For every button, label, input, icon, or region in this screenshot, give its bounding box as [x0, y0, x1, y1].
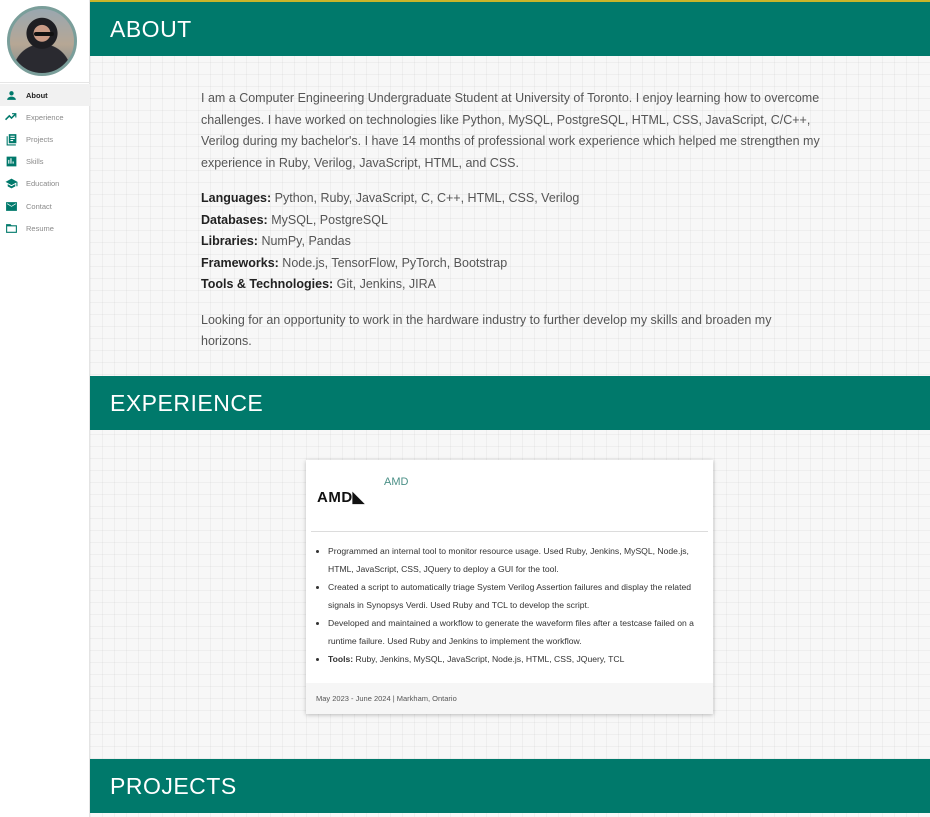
sidebar-item-label: Resume	[26, 223, 54, 233]
list-item: Created a script to automatically triage…	[328, 578, 700, 614]
sidebar-item-label: Contact	[26, 201, 52, 211]
sidebar: About Experience Projects Skills Educati…	[0, 0, 90, 817]
list-item-tools: Tools: Ruby, Jenkins, MySQL, JavaScript,…	[328, 650, 700, 668]
card-divider	[311, 531, 708, 532]
about-outro: Looking for an opportunity to work in th…	[201, 312, 772, 349]
library-books-icon	[4, 132, 18, 146]
avatar	[7, 6, 77, 76]
sidebar-item-experience[interactable]: Experience	[0, 106, 90, 128]
sidebar-item-label: Projects	[26, 134, 54, 144]
bar-chart-icon	[4, 155, 18, 169]
sidebar-item-label: Education	[26, 179, 60, 189]
list-item: Developed and maintained a workflow to g…	[328, 614, 700, 650]
card-footer: May 2023 - June 2024 | Markham, Ontario	[306, 683, 713, 714]
experience-section-title: EXPERIENCE	[90, 376, 930, 430]
sidebar-nav: About Experience Projects Skills Educati…	[0, 84, 90, 239]
sidebar-divider	[0, 82, 90, 83]
list-item: Programmed an internal tool to monitor r…	[328, 542, 700, 578]
sidebar-item-projects[interactable]: Projects	[0, 128, 90, 150]
company-name[interactable]: AMD	[384, 476, 408, 488]
sidebar-item-label: Experience	[26, 112, 64, 122]
sidebar-item-label: About	[26, 90, 48, 100]
amd-logo: AMD◣	[317, 489, 365, 506]
projects-section-title: PROJECTS	[90, 759, 930, 813]
skill-languages: Languages: Python, Ruby, JavaScript, C, …	[201, 191, 580, 205]
about-body: I am a Computer Engineering Undergraduat…	[201, 88, 821, 367]
skill-tools: Tools & Technologies: Git, Jenkins, JIRA	[201, 277, 437, 291]
trending-up-icon	[4, 110, 18, 124]
sidebar-item-about[interactable]: About	[0, 84, 90, 107]
skill-frameworks: Frameworks: Node.js, TensorFlow, PyTorch…	[201, 255, 508, 270]
sidebar-item-skills[interactable]: Skills	[0, 151, 90, 173]
about-section-title: ABOUT	[90, 2, 930, 56]
experience-bullets: Programmed an internal tool to monitor r…	[328, 542, 700, 668]
person-icon	[4, 88, 18, 102]
school-icon	[4, 177, 18, 191]
mail-icon	[4, 199, 18, 213]
skill-databases: Databases: MySQL, PostgreSQL	[201, 212, 388, 227]
folder-icon	[4, 221, 18, 235]
sidebar-item-contact[interactable]: Contact	[0, 195, 90, 217]
sidebar-item-education[interactable]: Education	[0, 173, 90, 195]
about-intro: I am a Computer Engineering Undergraduat…	[201, 91, 820, 170]
main-content: ABOUT I am a Computer Engineering Underg…	[90, 2, 930, 817]
sidebar-item-label: Skills	[26, 157, 44, 167]
sidebar-item-resume[interactable]: Resume	[0, 217, 90, 239]
skill-libraries: Libraries: NumPy, Pandas	[201, 234, 351, 248]
experience-card: AMD◣ AMD Programmed an internal tool to …	[306, 460, 713, 714]
